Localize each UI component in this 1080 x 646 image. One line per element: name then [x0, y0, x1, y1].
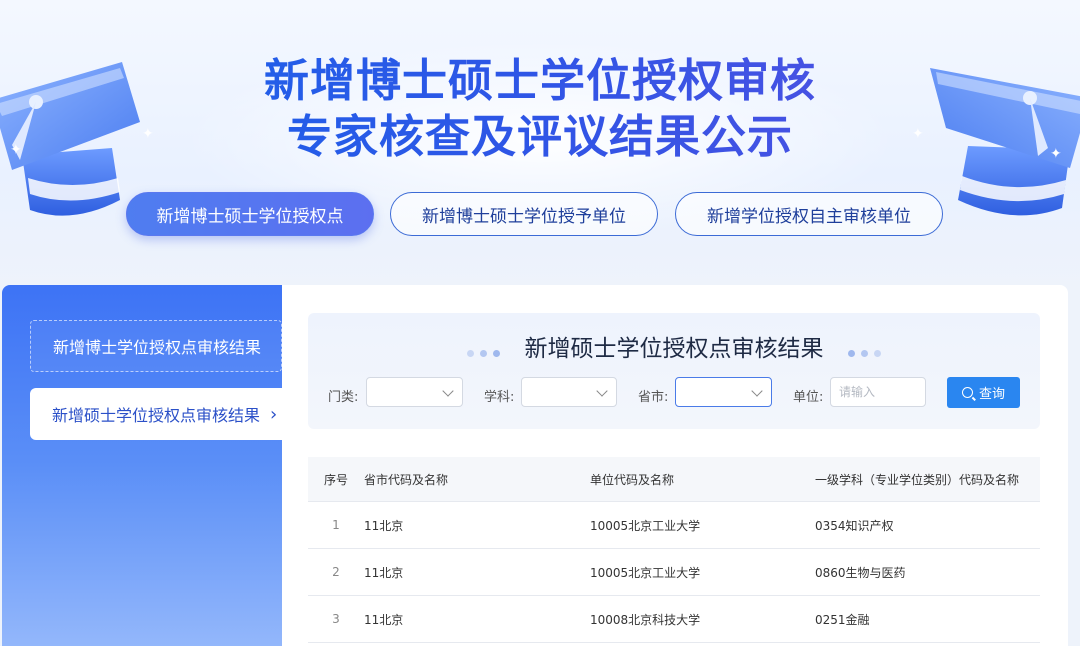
sidebar-item-doctoral-results[interactable]: 新增博士学位授权点审核结果 [30, 320, 282, 372]
dots-decoration-icon [845, 337, 884, 363]
main-content: 新增硕士学位授权点审核结果 门类: 学科: 省市: 单位: 查询 序号 省 [282, 285, 1068, 646]
column-header-no: 序号 [308, 457, 364, 502]
row-unit: 10005北京工业大学 [590, 548, 815, 596]
table-row: 2 11北京 10005北京工业大学 0860生物与医药 [308, 548, 1040, 596]
column-header-discipline: 一级学科（专业学位类别）代码及名称 [815, 457, 1040, 502]
province-select[interactable] [675, 377, 772, 407]
province-label: 省市: [638, 390, 669, 405]
query-button[interactable]: 查询 [947, 377, 1020, 408]
sidebar-item-label: 新增博士学位授权点审核结果 [53, 338, 262, 357]
chevron-down-icon [442, 385, 454, 397]
sidebar-item-master-results[interactable]: 新增硕士学位授权点审核结果 › [30, 388, 282, 440]
search-panel: 新增硕士学位授权点审核结果 门类: 学科: 省市: 单位: 查询 [308, 313, 1040, 429]
chevron-right-icon: › [270, 403, 278, 425]
dots-decoration-icon [464, 337, 503, 363]
results-table: 序号 省市代码及名称 单位代码及名称 一级学科（专业学位类别）代码及名称 1 1… [308, 457, 1040, 643]
page-subtitle: 专家核查及评议结果公示 [0, 100, 1080, 165]
row-discipline: 0860生物与医药 [815, 548, 1040, 596]
row-province: 11北京 [364, 595, 590, 643]
row-province: 11北京 [364, 501, 590, 549]
tab-granting-units[interactable]: 新增博士硕士学位授予单位 [390, 192, 658, 236]
chevron-down-icon [596, 385, 608, 397]
table-row: 1 11北京 10005北京工业大学 0354知识产权 [308, 501, 1040, 549]
row-unit: 10005北京工业大学 [590, 501, 815, 549]
row-number: 2 [308, 548, 364, 596]
section-title: 新增硕士学位授权点审核结果 [524, 336, 824, 362]
row-discipline: 0251金融 [815, 595, 1040, 643]
row-number: 3 [308, 595, 364, 643]
row-discipline: 0354知识产权 [815, 501, 1040, 549]
tab-doctoral-master-points[interactable]: 新增博士硕士学位授权点 [126, 192, 374, 236]
unit-input[interactable] [830, 377, 926, 407]
discipline-select[interactable] [521, 377, 617, 407]
category-select[interactable] [366, 377, 463, 407]
table-row: 3 11北京 10008北京科技大学 0251金融 [308, 595, 1040, 643]
table-header-row: 序号 省市代码及名称 单位代码及名称 一级学科（专业学位类别）代码及名称 [308, 457, 1040, 502]
row-province: 11北京 [364, 548, 590, 596]
search-icon [961, 387, 973, 398]
column-header-province: 省市代码及名称 [364, 457, 590, 502]
chevron-down-icon [751, 385, 763, 397]
row-number: 1 [308, 501, 364, 549]
column-header-unit: 单位代码及名称 [590, 457, 815, 502]
row-unit: 10008北京科技大学 [590, 595, 815, 643]
unit-label: 单位: [793, 390, 824, 405]
category-label: 门类: [328, 390, 359, 405]
discipline-label: 学科: [484, 390, 515, 405]
query-button-label: 查询 [978, 387, 1005, 402]
hero-banner: ✦ ✦ ✦ ✦ 新增博士硕士学位授权审核 专家核查及评议结果公示 新增博士硕士学… [0, 0, 1080, 290]
tab-self-review-units[interactable]: 新增学位授权自主审核单位 [675, 192, 943, 236]
tab-bar: 新增博士硕士学位授权点 新增博士硕士学位授予单位 新增学位授权自主审核单位 [0, 192, 1080, 238]
sidebar: 新增博士学位授权点审核结果 新增硕士学位授权点审核结果 › [2, 285, 284, 646]
panel-title-row: 新增硕士学位授权点审核结果 [308, 329, 1040, 363]
sidebar-item-label: 新增硕士学位授权点审核结果 [52, 406, 261, 425]
